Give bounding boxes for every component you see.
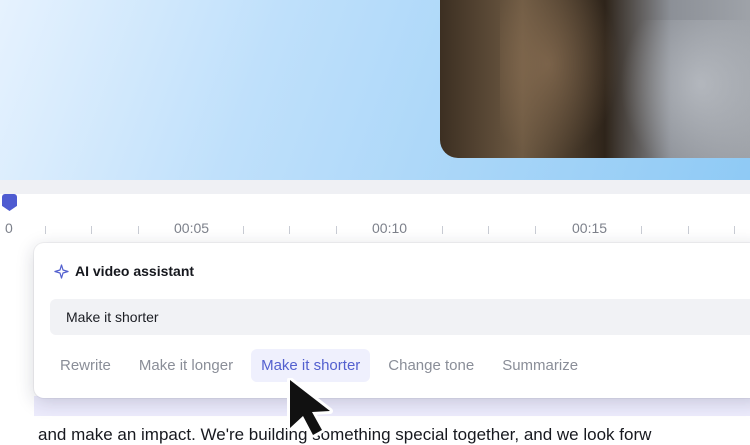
playhead-handle[interactable]	[2, 194, 17, 211]
timeline-tick	[442, 226, 443, 234]
rewrite-button[interactable]: Rewrite	[50, 349, 121, 382]
timeline-tick	[688, 226, 689, 234]
summarize-button[interactable]: Summarize	[492, 349, 588, 382]
panel-header: AI video assistant	[54, 263, 194, 279]
text-selection-highlight	[34, 396, 750, 416]
make-longer-button[interactable]: Make it longer	[129, 349, 243, 382]
ai-assistant-panel: AI video assistant Rewrite Make it longe…	[34, 243, 750, 398]
video-shade	[500, 0, 620, 158]
timeline-label: 00:05	[174, 220, 210, 236]
timeline-divider	[0, 180, 750, 194]
timeline-tick	[289, 226, 290, 234]
video-frame[interactable]	[440, 0, 750, 158]
prompt-input[interactable]	[50, 299, 750, 335]
timeline-tick	[138, 226, 139, 234]
video-preview	[0, 0, 750, 180]
timeline-tick	[45, 226, 46, 234]
timeline-label: 00:10	[372, 220, 408, 236]
timeline-tick	[488, 226, 489, 234]
timeline-tick	[243, 226, 244, 234]
panel-title: AI video assistant	[75, 263, 195, 279]
timeline-label: 00:15	[572, 220, 608, 236]
timeline-tick	[641, 226, 642, 234]
timeline-tick	[734, 226, 735, 234]
sparkle-icon	[54, 263, 69, 279]
change-tone-button[interactable]: Change tone	[378, 349, 484, 382]
timeline-tick	[336, 226, 337, 234]
timeline-tick	[535, 226, 536, 234]
timeline-label-start: 0	[5, 220, 13, 236]
video-shade	[620, 20, 750, 158]
mouse-pointer-icon	[287, 378, 333, 436]
timeline-tick	[91, 226, 92, 234]
